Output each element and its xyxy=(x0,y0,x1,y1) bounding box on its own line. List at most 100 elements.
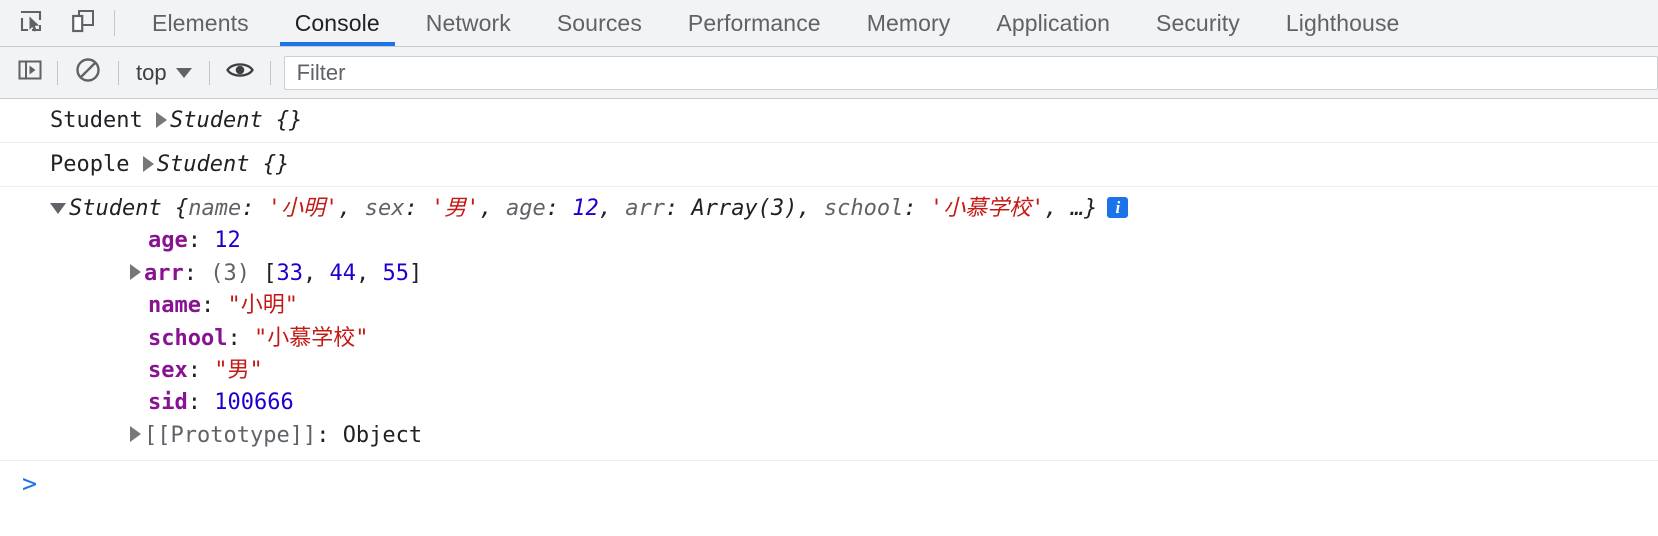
array-item: 44 xyxy=(329,260,357,286)
tab-label: Memory xyxy=(866,9,951,36)
log-label: Student xyxy=(50,108,143,133)
console-log-row[interactable]: Student Student {} xyxy=(0,99,1658,144)
property-value: 12 xyxy=(214,228,241,254)
tab-lighthouse[interactable]: Lighthouse xyxy=(1263,0,1423,46)
chevron-down-icon xyxy=(175,67,192,78)
property-key: sid xyxy=(148,390,188,416)
tab-label: Performance xyxy=(687,9,821,36)
preview-token: , xyxy=(598,196,626,222)
property-key: name xyxy=(148,293,201,319)
inspect-element-button[interactable] xyxy=(14,6,48,40)
expand-triangle-icon[interactable] xyxy=(142,155,154,172)
tab-performance[interactable]: Performance xyxy=(665,0,844,46)
preview-token: 12 xyxy=(572,196,599,222)
console-filter-input[interactable] xyxy=(283,55,1658,90)
preview-token: arr xyxy=(625,196,665,222)
console-log-row-expanded: Student {name: '小明', sex: '男', age: 12, … xyxy=(0,187,1658,461)
inspect-element-icon xyxy=(18,8,44,39)
execution-context-label: top xyxy=(136,59,167,85)
preview-token: '小慕学校' xyxy=(929,196,1045,222)
tab-security[interactable]: Security xyxy=(1133,0,1263,46)
tab-label: Console xyxy=(294,9,380,36)
preview-token: : xyxy=(404,196,431,222)
devtools-tab-bar: Elements Console Network Sources Perform… xyxy=(0,0,1658,47)
object-property-row[interactable]: name: "小明" xyxy=(50,290,1658,322)
object-constructor-name: Student xyxy=(69,196,162,222)
preview-token: , xyxy=(338,196,365,222)
tab-elements[interactable]: Elements xyxy=(129,0,272,46)
preview-token: sex xyxy=(364,196,405,222)
collapse-triangle-icon[interactable] xyxy=(50,203,66,215)
property-key: sex xyxy=(148,357,188,383)
tab-label: Lighthouse xyxy=(1285,9,1400,36)
preview-token: : xyxy=(241,196,268,222)
preview-token: school xyxy=(823,196,904,222)
tab-console[interactable]: Console xyxy=(272,0,403,46)
preview-token: , xyxy=(479,196,506,222)
console-sidebar-icon xyxy=(17,57,43,88)
expand-triangle-icon[interactable] xyxy=(130,264,141,281)
expand-triangle-icon[interactable] xyxy=(130,426,141,443)
property-key: age xyxy=(148,228,188,254)
prompt-chevron-icon: > xyxy=(22,468,38,498)
tab-label: Application xyxy=(996,9,1110,36)
preview-token: '小明' xyxy=(267,196,339,222)
property-key: arr xyxy=(144,260,184,286)
toolbar-divider xyxy=(114,10,115,36)
clear-console-button[interactable] xyxy=(71,56,105,90)
preview-token: name xyxy=(188,196,242,222)
console-log-row[interactable]: People Student {} xyxy=(0,143,1658,188)
preview-token: , …} xyxy=(1044,196,1098,222)
expanded-object-header[interactable]: Student {name: '小明', sex: '男', age: 12, … xyxy=(50,193,1658,225)
tab-label: Elements xyxy=(152,9,249,36)
array-item: 33 xyxy=(276,260,304,286)
preview-token: Array(3) xyxy=(691,196,798,222)
info-icon[interactable]: i xyxy=(1107,197,1129,219)
expand-triangle-icon[interactable] xyxy=(155,111,167,128)
device-toolbar-button[interactable] xyxy=(66,6,100,40)
tab-memory[interactable]: Memory xyxy=(844,0,974,46)
live-expression-button[interactable] xyxy=(223,56,257,90)
array-length-badge: (3) xyxy=(210,260,250,286)
tab-network[interactable]: Network xyxy=(403,0,534,46)
preview-token: : xyxy=(545,196,573,222)
object-property-row[interactable]: sid: 100666 xyxy=(50,387,1658,419)
property-value: "小明" xyxy=(227,293,298,319)
object-property-row[interactable]: age: 12 xyxy=(50,225,1658,257)
devtools-tool-icons xyxy=(0,6,100,40)
execution-context-selector[interactable]: top xyxy=(132,60,196,86)
object-property-row[interactable]: school: "小慕学校" xyxy=(50,323,1658,355)
devtools-tabs: Elements Console Network Sources Perform… xyxy=(129,0,1422,46)
object-prototype-row[interactable]: [[Prototype]]: Object xyxy=(50,420,1658,452)
preview-token: '男' xyxy=(430,196,480,222)
tab-label: Sources xyxy=(556,9,642,36)
log-object-preview[interactable]: Student {} xyxy=(157,152,289,177)
tab-sources[interactable]: Sources xyxy=(534,0,665,46)
preview-token: : xyxy=(903,196,930,222)
console-sidebar-toggle-button[interactable] xyxy=(13,56,47,90)
toolbar-divider xyxy=(269,60,271,85)
clear-console-icon xyxy=(74,56,102,89)
object-property-row[interactable]: sex: "男" xyxy=(50,355,1658,387)
object-property-row[interactable]: arr: (3) [33, 44, 55] xyxy=(50,258,1658,290)
property-value: 100666 xyxy=(214,390,294,416)
toolbar-divider xyxy=(118,60,119,85)
prototype-value: Object xyxy=(342,422,423,448)
toolbar-divider xyxy=(208,60,210,85)
log-label: People xyxy=(50,152,130,178)
object-preview-parts: {name: '小明', sex: '男', age: 12, arr: Arr… xyxy=(175,196,1097,221)
console-toolbar: top xyxy=(0,47,1658,99)
preview-token: , xyxy=(797,196,824,222)
prototype-label: [[Prototype]] xyxy=(144,422,317,448)
tab-label: Security xyxy=(1156,9,1240,36)
tab-application[interactable]: Application xyxy=(973,0,1133,46)
console-prompt[interactable]: > xyxy=(0,461,1658,511)
log-object-preview[interactable]: Student {} xyxy=(170,108,302,133)
preview-token: { xyxy=(174,196,189,222)
device-toolbar-icon xyxy=(70,8,96,39)
preview-token: age xyxy=(505,196,546,222)
tab-label: Network xyxy=(425,9,511,36)
array-item: 55 xyxy=(382,260,410,286)
toolbar-divider xyxy=(57,60,58,85)
preview-token: : xyxy=(664,196,692,222)
